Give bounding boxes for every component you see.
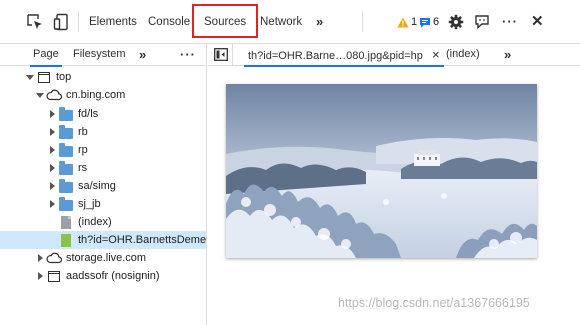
- inspect-element-icon[interactable]: [26, 13, 44, 31]
- tree-item-label: sj_jb: [78, 198, 101, 210]
- tree-item-label: storage.live.com: [66, 252, 147, 264]
- navigator-menu-button[interactable]: ···: [180, 44, 196, 66]
- feedback-icon[interactable]: [473, 13, 491, 31]
- warning-icon: [397, 17, 409, 27]
- more-options-button[interactable]: ···: [502, 0, 518, 44]
- expand-arrow-icon[interactable]: [46, 195, 58, 213]
- tab-console[interactable]: Console: [148, 0, 190, 44]
- folder-icon: [58, 196, 74, 211]
- expand-arrow-icon[interactable]: [24, 68, 36, 86]
- toolbar-separator: [362, 12, 363, 32]
- messages-badge[interactable]: 6: [419, 14, 439, 30]
- message-count: 6: [433, 16, 440, 28]
- file-icon: [58, 215, 74, 229]
- tree-item-storage-live-com[interactable]: storage.live.com: [0, 249, 206, 267]
- tree-item-top[interactable]: top: [0, 68, 206, 86]
- tree-item-label: top: [56, 71, 72, 83]
- tree-item-folder[interactable]: rs: [0, 159, 206, 177]
- tree-item-folder[interactable]: sa/simg: [0, 177, 206, 195]
- tree-item-aadssofr[interactable]: aadssofr (nosignin): [0, 267, 206, 285]
- folder-icon: [58, 106, 74, 121]
- image-file-icon: [58, 233, 74, 247]
- tab-page[interactable]: Page: [30, 44, 62, 67]
- tab-elements[interactable]: Elements: [89, 0, 137, 44]
- tree-item-label: rp: [78, 144, 88, 156]
- settings-gear-icon[interactable]: [447, 13, 465, 31]
- tree-item-cn-bing-com[interactable]: cn.bing.com: [0, 86, 206, 104]
- tree-item-image-file-selected[interactable]: th?id=OHR.BarnettsDemesr: [0, 231, 206, 249]
- tree-item-label: rs: [78, 162, 88, 174]
- tree-item-folder[interactable]: rb: [0, 123, 206, 141]
- tree-item-folder[interactable]: fd/ls: [0, 105, 206, 123]
- expand-arrow-icon[interactable]: [34, 86, 46, 104]
- expand-arrow-icon[interactable]: [34, 267, 46, 285]
- close-tab-icon[interactable]: ×: [432, 47, 440, 62]
- tree-item-label: rb: [78, 126, 88, 138]
- watermark-text: https://blog.csdn.net/a1367666195: [338, 296, 530, 310]
- navigator-tabs: Page Filesystem » ···: [0, 44, 207, 67]
- folder-icon: [58, 178, 74, 193]
- expand-arrow-icon[interactable]: [46, 159, 58, 177]
- tab-network[interactable]: Network: [260, 0, 302, 44]
- toggle-navigator-icon[interactable]: [214, 48, 228, 62]
- message-icon: [420, 17, 430, 27]
- editor-tab-index[interactable]: (index): [446, 44, 480, 66]
- sources-highlight-box: [192, 4, 258, 38]
- cloud-icon: [46, 88, 62, 102]
- editor-tab-separator: [232, 44, 233, 66]
- editor-tab-bar: th?id=OHR.Barne…080.jpg&pid=hp × (index)…: [208, 44, 580, 67]
- more-tabs-button[interactable]: »: [316, 0, 323, 44]
- sources-navigator: Page Filesystem » ··· top cn.bing.com fd…: [0, 44, 207, 325]
- expand-arrow-icon[interactable]: [46, 177, 58, 195]
- navigator-more-button[interactable]: »: [139, 44, 146, 66]
- folder-icon: [58, 124, 74, 139]
- expand-arrow-icon[interactable]: [46, 123, 58, 141]
- expand-arrow-icon[interactable]: [46, 105, 58, 123]
- tree-item-label: sa/simg: [78, 180, 116, 192]
- tab-filesystem[interactable]: Filesystem: [73, 44, 126, 66]
- close-devtools-button[interactable]: ✕: [531, 0, 544, 44]
- tree-item-label: aadssofr (nosignin): [66, 270, 160, 282]
- tree-item-file[interactable]: (index): [0, 213, 206, 231]
- tree-item-label: th?id=OHR.BarnettsDemesr: [78, 234, 206, 246]
- expand-arrow-icon[interactable]: [46, 141, 58, 159]
- devtools-toolbar: Elements Console Sources Network » 1 6 ·…: [0, 0, 580, 44]
- toolbar-separator: [78, 12, 79, 32]
- tree-item-label: cn.bing.com: [66, 89, 126, 101]
- tree-item-label: fd/ls: [78, 108, 99, 120]
- tree-item-label: (index): [78, 216, 112, 228]
- frame-icon: [36, 70, 52, 84]
- folder-icon: [58, 142, 74, 157]
- editor-tab-image[interactable]: th?id=OHR.Barne…080.jpg&pid=hp ×: [244, 44, 444, 67]
- tree-item-folder[interactable]: rp: [0, 141, 206, 159]
- image-preview: [226, 84, 537, 258]
- cloud-icon: [46, 251, 62, 265]
- warning-count: 1: [411, 16, 418, 28]
- folder-icon: [58, 160, 74, 175]
- editor-more-tabs-button[interactable]: »: [504, 44, 511, 66]
- editor-tab-label: th?id=OHR.Barne…080.jpg&pid=hp: [248, 50, 423, 62]
- device-emulation-icon[interactable]: [53, 13, 71, 31]
- expand-arrow-icon[interactable]: [34, 249, 46, 267]
- frame-icon: [46, 269, 62, 283]
- warnings-badge[interactable]: 1: [397, 14, 417, 30]
- tree-item-folder[interactable]: sj_jb: [0, 195, 206, 213]
